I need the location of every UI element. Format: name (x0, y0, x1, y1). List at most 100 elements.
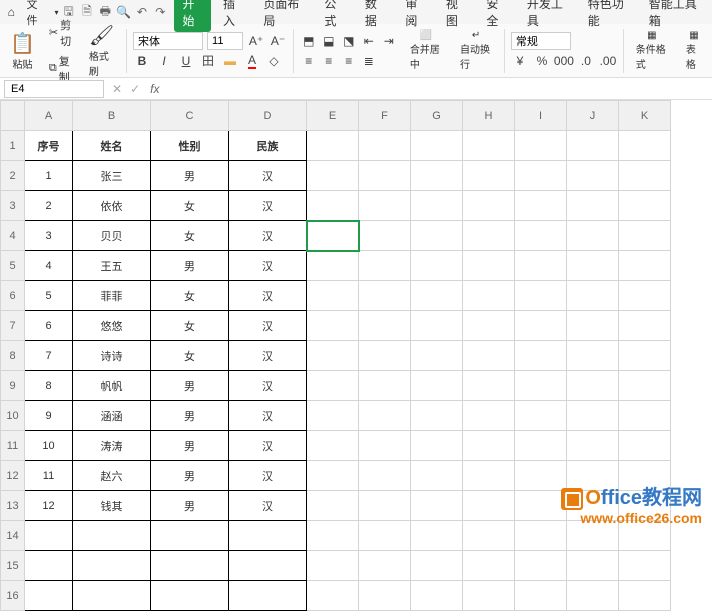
clear-format-button[interactable]: ◇ (265, 52, 283, 70)
percent-icon[interactable]: % (533, 52, 551, 70)
cell[interactable] (515, 401, 567, 431)
cell[interactable] (359, 131, 411, 161)
cell[interactable] (463, 401, 515, 431)
cell[interactable] (463, 131, 515, 161)
qat-saveas-icon[interactable]: 🗎 (79, 3, 95, 21)
cell[interactable] (463, 581, 515, 611)
increase-decimal-icon[interactable]: .0 (577, 52, 595, 70)
cell[interactable] (463, 251, 515, 281)
cell[interactable] (411, 371, 463, 401)
cell[interactable] (411, 131, 463, 161)
cell[interactable]: 汉 (229, 461, 307, 491)
cell[interactable]: 8 (25, 371, 73, 401)
cell[interactable] (411, 401, 463, 431)
cell[interactable] (619, 431, 671, 461)
col-header-G[interactable]: G (411, 101, 463, 131)
cell[interactable]: 男 (151, 251, 229, 281)
conditional-format-button[interactable]: ▦ 条件格式 (630, 28, 674, 73)
cell[interactable] (619, 371, 671, 401)
active-cell[interactable] (307, 221, 359, 251)
col-header-K[interactable]: K (619, 101, 671, 131)
border-button[interactable]: 田 (199, 52, 217, 70)
align-left-icon[interactable]: ≡ (300, 52, 318, 70)
decrease-font-icon[interactable]: A⁻ (269, 32, 287, 50)
cell[interactable] (359, 161, 411, 191)
cell[interactable] (73, 521, 151, 551)
italic-button[interactable]: I (155, 52, 173, 70)
cell[interactable] (515, 431, 567, 461)
row-header[interactable]: 7 (1, 311, 25, 341)
align-right-icon[interactable]: ≡ (340, 52, 358, 70)
align-top-icon[interactable]: ⬒ (300, 32, 318, 50)
col-header-D[interactable]: D (229, 101, 307, 131)
cell[interactable] (359, 491, 411, 521)
bold-button[interactable]: B (133, 52, 151, 70)
cell[interactable]: 男 (151, 161, 229, 191)
cell[interactable] (463, 161, 515, 191)
cell[interactable] (619, 251, 671, 281)
cell[interactable]: 汉 (229, 311, 307, 341)
cell[interactable] (619, 311, 671, 341)
row-header[interactable]: 5 (1, 251, 25, 281)
cell[interactable] (411, 491, 463, 521)
row-header[interactable]: 6 (1, 281, 25, 311)
tab-features[interactable]: 特色功能 (580, 0, 637, 32)
indent-increase-icon[interactable]: ⇥ (380, 32, 398, 50)
cell[interactable]: 9 (25, 401, 73, 431)
col-header-A[interactable]: A (25, 101, 73, 131)
row-header[interactable]: 3 (1, 191, 25, 221)
cell[interactable] (515, 251, 567, 281)
cell[interactable] (359, 401, 411, 431)
cell[interactable] (619, 161, 671, 191)
cell[interactable] (359, 551, 411, 581)
cell[interactable]: 汉 (229, 281, 307, 311)
cell[interactable] (567, 371, 619, 401)
data-header-cell[interactable]: 民族 (229, 131, 307, 161)
cell[interactable]: 女 (151, 191, 229, 221)
cell[interactable] (515, 461, 567, 491)
col-header-C[interactable]: C (151, 101, 229, 131)
merge-center-button[interactable]: ⬜ 合并居中 (404, 28, 448, 73)
cell[interactable] (411, 281, 463, 311)
row-header[interactable]: 10 (1, 401, 25, 431)
cell[interactable] (359, 191, 411, 221)
cell[interactable]: 12 (25, 491, 73, 521)
cell[interactable] (515, 131, 567, 161)
cell[interactable]: 女 (151, 221, 229, 251)
cell[interactable] (151, 521, 229, 551)
cell[interactable] (359, 461, 411, 491)
cell[interactable]: 男 (151, 401, 229, 431)
cell[interactable] (411, 251, 463, 281)
cell[interactable] (619, 551, 671, 581)
paste-button[interactable]: 📋 粘贴 (4, 29, 41, 73)
cell[interactable]: 5 (25, 281, 73, 311)
cell[interactable] (307, 131, 359, 161)
cell[interactable] (307, 491, 359, 521)
cell[interactable] (515, 581, 567, 611)
cell[interactable]: 王五 (73, 251, 151, 281)
row-header[interactable]: 11 (1, 431, 25, 461)
qat-print-icon[interactable]: 🖶 (97, 3, 113, 21)
cell[interactable] (515, 491, 567, 521)
tab-formula[interactable]: 公式 (316, 0, 352, 32)
cell[interactable] (619, 401, 671, 431)
cell[interactable] (567, 161, 619, 191)
row-header[interactable]: 12 (1, 461, 25, 491)
cell[interactable]: 11 (25, 461, 73, 491)
cell[interactable] (619, 191, 671, 221)
cell[interactable]: 钱其 (73, 491, 151, 521)
cell[interactable] (411, 581, 463, 611)
cell[interactable] (307, 191, 359, 221)
fill-color-button[interactable]: ▬ (221, 52, 239, 70)
cell[interactable] (411, 431, 463, 461)
cell[interactable] (307, 281, 359, 311)
cell[interactable] (359, 341, 411, 371)
font-name-select[interactable] (133, 32, 203, 50)
row-header[interactable]: 4 (1, 221, 25, 251)
cell[interactable] (25, 551, 73, 581)
cell[interactable] (567, 431, 619, 461)
cell[interactable] (567, 191, 619, 221)
row-header[interactable]: 8 (1, 341, 25, 371)
cell[interactable] (307, 401, 359, 431)
cell[interactable] (515, 311, 567, 341)
